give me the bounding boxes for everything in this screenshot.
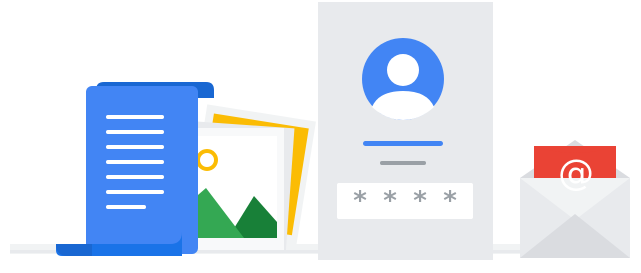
password-mask-char: * [383, 186, 397, 216]
password-mask-char: * [443, 186, 457, 216]
username-line [363, 141, 443, 146]
password-mask: * * * * [337, 183, 473, 219]
illustration-canvas [10, 2, 630, 260]
user-avatar-icon [362, 38, 444, 120]
password-mask-char: * [413, 186, 427, 216]
at-symbol: @ [558, 153, 594, 194]
document-scroll-icon [56, 82, 214, 256]
subtitle-line [380, 161, 426, 165]
illustration-scene: * * * * @ [0, 0, 641, 268]
password-mask-char: * [353, 186, 367, 216]
account-card [318, 2, 493, 260]
